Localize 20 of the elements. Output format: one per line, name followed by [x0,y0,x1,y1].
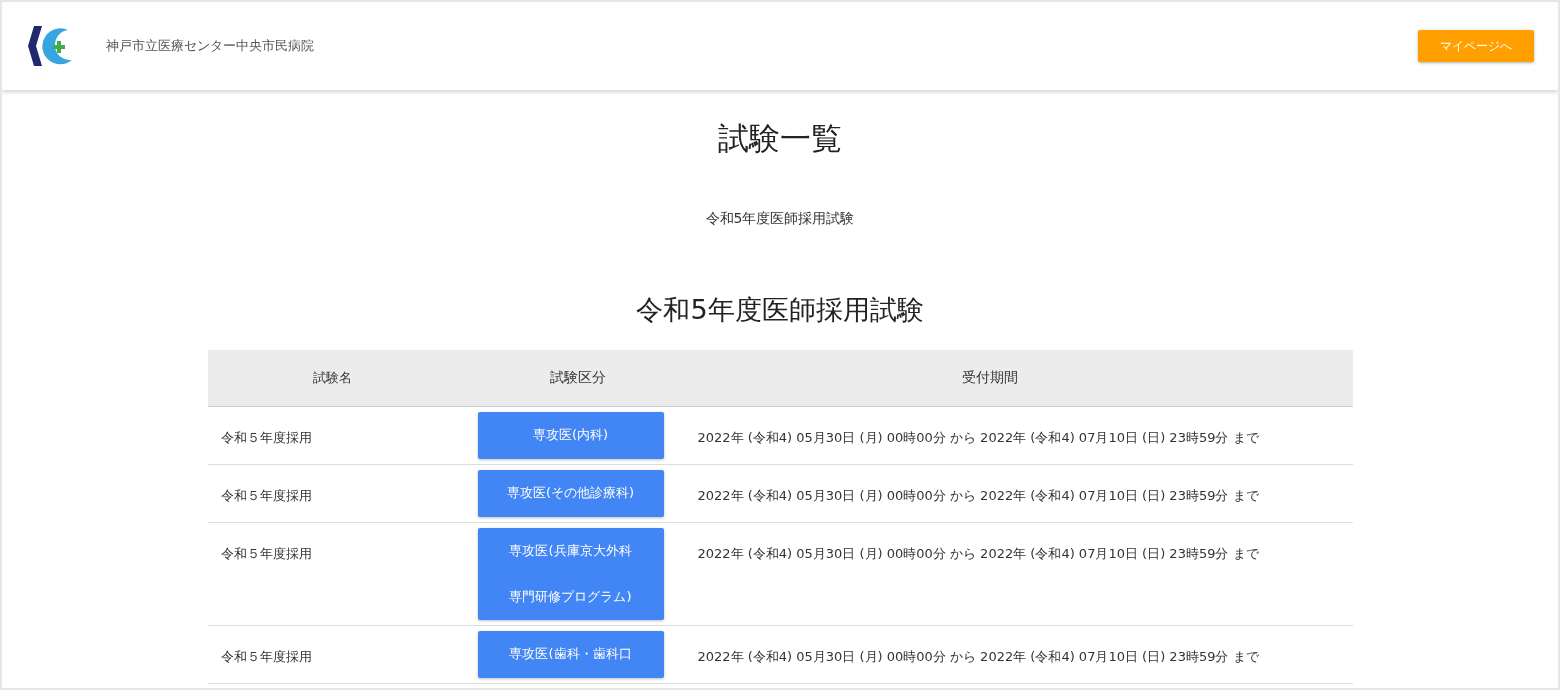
column-header: 試験名 [312,369,353,387]
exam-category-button[interactable]: 専攻医(兵庫京大外科 専門研修プログラム) [477,528,664,620]
exam-name-cell-text: 令和５年度採用 [219,487,313,505]
hospital-name: 神戸市立医療センター中央市民病院 [106,37,314,55]
mypage-button[interactable]: マイページへ [1418,30,1534,62]
period-cell-text: 2022年 (令和4) 05月30日 (月) 00時00分 から 2022年 (令和4) 07月10日 (日) 23時59分 まで [697,487,1260,505]
exam-category-button[interactable]: 専攻医(その他診療科) [477,470,664,517]
exam-category-button[interactable]: 専攻医(歯科・歯科口 [477,631,664,678]
period-cell-text: 2022年 (令和4) 05月30日 (月) 00時00分 から 2022年 (令和4) 07月10日 (日) 23時59分 まで [697,648,1260,666]
period-cell-text: 2022年 (令和4) 05月30日 (月) 00時00分 から 2022年 (令和4) 07月10日 (日) 23時59分 まで [697,545,1260,563]
exam-category-button[interactable]: 専攻医(内科) [477,412,664,459]
column-header: 試験区分 [548,369,607,387]
column-header: 受付期間 [961,369,1019,387]
exam-name-cell-text: 令和５年度採用 [219,545,313,563]
exam-link[interactable]: 令和5年度医師採用試験 [705,210,855,228]
page-title: 試験一覧 [718,119,842,158]
exam-name-cell-text: 令和５年度採用 [219,429,313,447]
section-heading: 令和5年度医師採用試験 [636,293,924,327]
period-cell-text: 2022年 (令和4) 05月30日 (月) 00時00分 から 2022年 (令和4) 07月10日 (日) 23時59分 まで [697,429,1260,447]
exam-name-cell-text: 令和５年度採用 [219,648,313,666]
